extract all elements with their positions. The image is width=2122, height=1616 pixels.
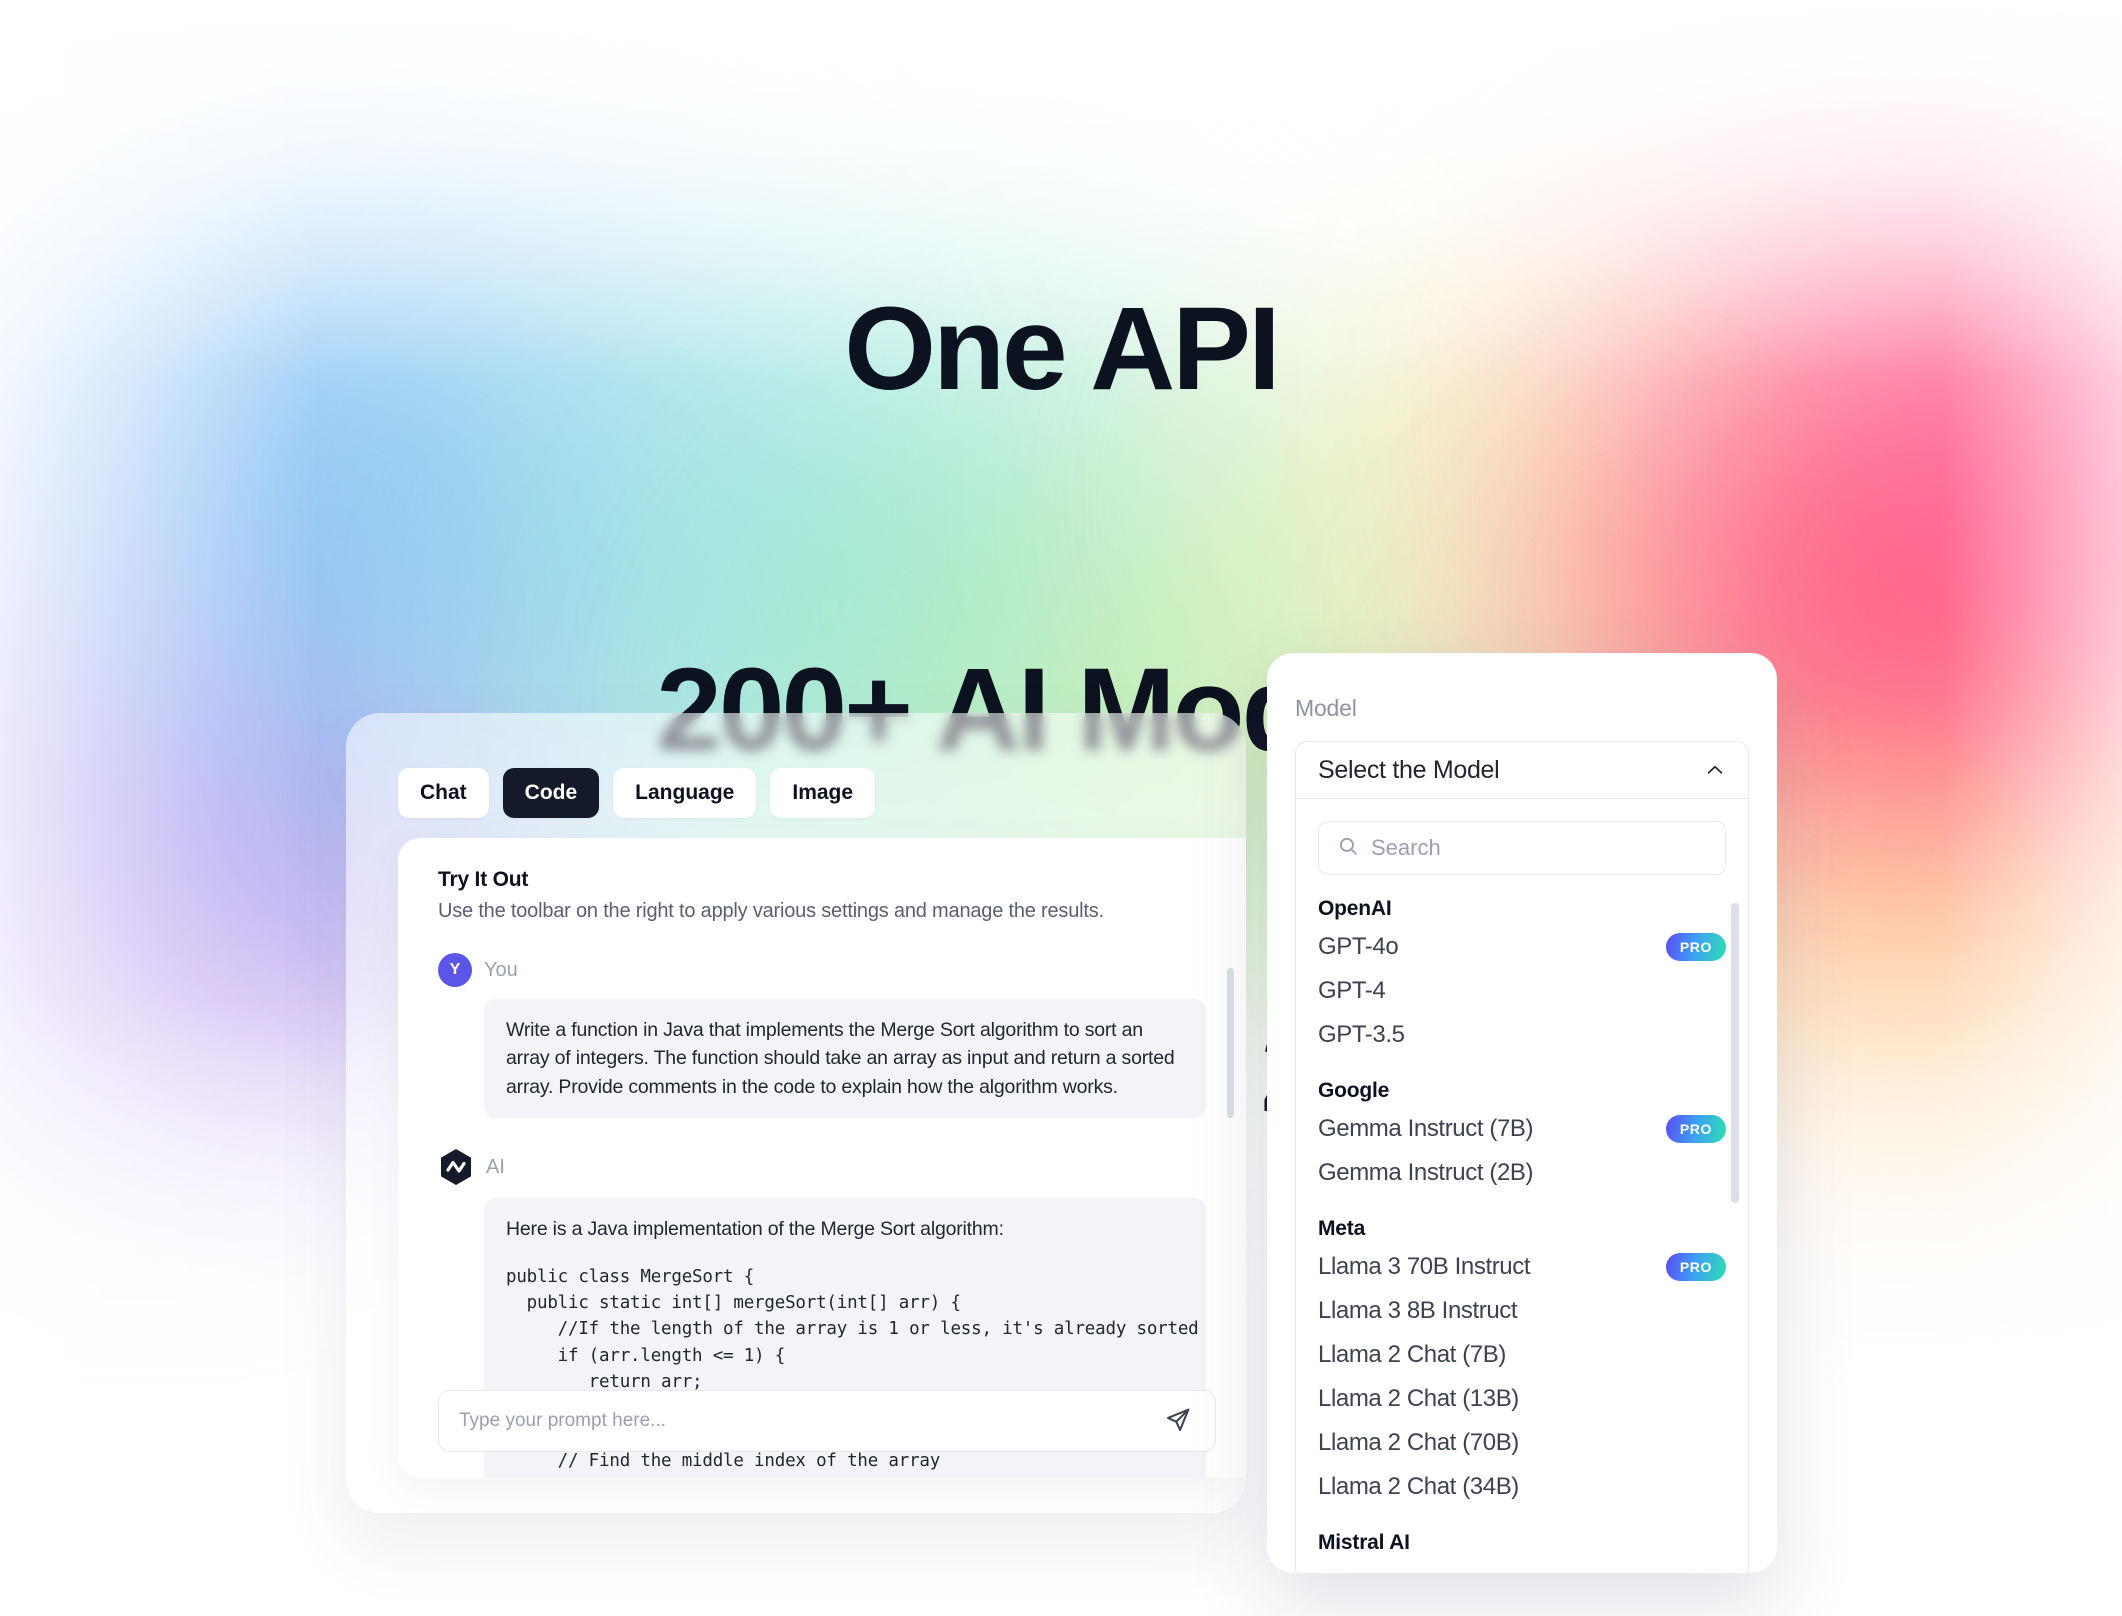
pro-badge: PRO	[1665, 933, 1726, 961]
tab-bar: Chat Code Language Image	[398, 768, 876, 818]
model-name: Llama 3 70B Instruct	[1318, 1253, 1531, 1280]
tab-chat[interactable]: Chat	[398, 768, 489, 818]
headline-line-1: One API	[844, 282, 1281, 415]
model-item-gpt-35[interactable]: GPT-3.5	[1318, 1013, 1726, 1057]
chat-preview-card: Chat Code Language Image Try It Out Use …	[346, 713, 1246, 1513]
model-item-llama2-13b[interactable]: Llama 2 Chat (13B)	[1318, 1377, 1726, 1421]
panel-title: Try It Out	[438, 868, 529, 891]
chevron-up-icon	[1704, 759, 1726, 781]
search-field[interactable]	[1318, 821, 1726, 875]
group-label-meta: Meta	[1318, 1217, 1366, 1240]
pro-badge: PRO	[1665, 1115, 1726, 1143]
chat-panel: Try It Out Use the toolbar on the right …	[398, 838, 1246, 1478]
group-label-mistral: Mistral AI	[1318, 1531, 1410, 1551]
model-item-gpt-4o[interactable]: GPT-4o PRO	[1318, 925, 1726, 969]
model-list-scrollbar[interactable]	[1731, 903, 1739, 1543]
model-list-scrollbar-thumb[interactable]	[1731, 903, 1739, 1203]
model-item-gpt-4[interactable]: GPT-4	[1318, 969, 1726, 1013]
model-name: Llama 2 Chat (7B)	[1318, 1341, 1506, 1368]
prompt-bar	[438, 1390, 1216, 1452]
model-selector-card: Model Select the Model Search OpenAI GPT…	[1267, 653, 1777, 1573]
model-item-llama2-34b[interactable]: Llama 2 Chat (34B)	[1318, 1465, 1726, 1509]
model-name: GPT-3.5	[1318, 1021, 1405, 1048]
panel-subtitle: Use the toolbar on the right to apply va…	[438, 900, 1104, 922]
model-name: Llama 2 Chat (13B)	[1318, 1385, 1519, 1412]
model-item-llama2-70b[interactable]: Llama 2 Chat (70B)	[1318, 1421, 1726, 1465]
model-name: Gemma Instruct (7B)	[1318, 1115, 1534, 1142]
tab-image[interactable]: Image	[770, 768, 876, 818]
hexagon-wave-icon	[438, 1148, 474, 1186]
model-name: Llama 2 Chat (34B)	[1318, 1473, 1519, 1500]
page-root: One API 200+ AI Models Accessible 24/7 C…	[0, 0, 2122, 1616]
model-list: OpenAI GPT-4o PRO GPT-4 GPT-3.5 Google G…	[1296, 891, 1748, 1551]
message-ai-header: AI	[438, 1148, 1206, 1186]
tab-code[interactable]: Code	[502, 768, 600, 818]
group-label-openai: OpenAI	[1318, 897, 1392, 920]
model-item-gemma-2b[interactable]: Gemma Instruct (2B)	[1318, 1151, 1726, 1195]
model-name: GPT-4	[1318, 977, 1386, 1004]
model-item-llama3-8b[interactable]: Llama 3 8B Instruct	[1318, 1289, 1726, 1333]
prompt-input[interactable]	[459, 1410, 1161, 1432]
search-input[interactable]	[1371, 835, 1707, 861]
chat-scrollbar[interactable]	[1227, 968, 1234, 1438]
tab-language[interactable]: Language	[613, 768, 757, 818]
model-select-trigger[interactable]: Select the Model	[1295, 741, 1749, 799]
model-name: Llama 2 Chat (70B)	[1318, 1429, 1519, 1456]
group-label-google: Google	[1318, 1079, 1390, 1102]
chat-scrollbar-thumb[interactable]	[1227, 968, 1234, 1118]
model-name: GPT-4o	[1318, 933, 1399, 960]
model-dropdown: OpenAI GPT-4o PRO GPT-4 GPT-3.5 Google G…	[1295, 799, 1749, 1573]
model-select-value: Select the Model	[1318, 755, 1500, 784]
model-name: Llama 3 8B Instruct	[1318, 1297, 1518, 1324]
ai-intro-text: Here is a Java implementation of the Mer…	[506, 1218, 1004, 1241]
model-name: Gemma Instruct (2B)	[1318, 1159, 1534, 1186]
send-paper-plane-icon	[1165, 1407, 1191, 1436]
message-user-header: Y You	[438, 953, 1206, 987]
message-author-ai: AI	[486, 1155, 505, 1178]
search-icon	[1337, 835, 1359, 862]
pro-badge: PRO	[1665, 1253, 1726, 1281]
model-item-llama2-7b[interactable]: Llama 2 Chat (7B)	[1318, 1333, 1726, 1377]
message-author-user: You	[484, 958, 518, 981]
model-item-gemma-7b[interactable]: Gemma Instruct (7B) PRO	[1318, 1107, 1726, 1151]
send-button[interactable]	[1161, 1404, 1195, 1438]
model-field-label: Model	[1295, 695, 1357, 721]
model-item-llama3-70b[interactable]: Llama 3 70B Instruct PRO	[1318, 1245, 1726, 1289]
message-bubble-user: Write a function in Java that implements…	[484, 999, 1206, 1119]
avatar-user: Y	[438, 953, 472, 987]
